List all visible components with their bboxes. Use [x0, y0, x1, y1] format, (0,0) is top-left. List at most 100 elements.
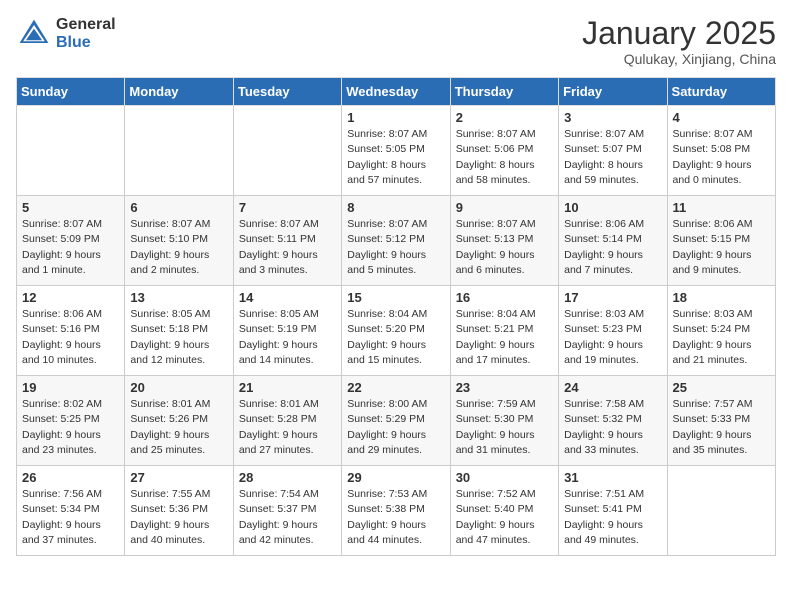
day-number: 8	[347, 200, 444, 215]
calendar-cell: 31Sunrise: 7:51 AM Sunset: 5:41 PM Dayli…	[559, 466, 667, 556]
day-number: 7	[239, 200, 336, 215]
logo: General Blue	[16, 16, 116, 52]
day-number: 13	[130, 290, 227, 305]
location: Qulukay, Xinjiang, China	[582, 51, 776, 67]
calendar-cell: 9 Sunrise: 8:07 AM Sunset: 5:13 PM Daylig…	[450, 196, 558, 286]
weekday-header-sunday: Sunday	[17, 78, 125, 106]
month-title: January 2025	[582, 16, 776, 51]
day-number: 22	[347, 380, 444, 395]
calendar-cell: 12 Sunrise: 8:06 AM Sunset: 5:16 PM Dayli…	[17, 286, 125, 376]
calendar-cell: 23Sunrise: 7:59 AM Sunset: 5:30 PM Dayli…	[450, 376, 558, 466]
day-info: Sunrise: 8:05 AM Sunset: 5:19 PM Dayligh…	[239, 307, 336, 368]
day-info: Sunrise: 8:06 AM Sunset: 5:14 PM Dayligh…	[564, 217, 661, 278]
calendar-cell: 16 Sunrise: 8:04 AM Sunset: 5:21 PM Dayli…	[450, 286, 558, 376]
calendar-cell: 10 Sunrise: 8:06 AM Sunset: 5:14 PM Dayli…	[559, 196, 667, 286]
calendar-cell: 18Sunrise: 8:03 AM Sunset: 5:24 PM Dayli…	[667, 286, 775, 376]
weekday-header-wednesday: Wednesday	[342, 78, 450, 106]
day-info: Sunrise: 8:07 AM Sunset: 5:09 PM Dayligh…	[22, 217, 119, 278]
day-info: Sunrise: 7:52 AM Sunset: 5:40 PM Dayligh…	[456, 487, 553, 548]
weekday-header-monday: Monday	[125, 78, 233, 106]
calendar-cell	[17, 106, 125, 196]
day-number: 16	[456, 290, 553, 305]
day-info: Sunrise: 8:02 AM Sunset: 5:25 PM Dayligh…	[22, 397, 119, 458]
calendar-cell: 20Sunrise: 8:01 AM Sunset: 5:26 PM Dayli…	[125, 376, 233, 466]
day-number: 4	[673, 110, 770, 125]
weekday-header-friday: Friday	[559, 78, 667, 106]
calendar-cell: 29 Sunrise: 7:53 AM Sunset: 5:38 PM Dayli…	[342, 466, 450, 556]
calendar-cell: 5 Sunrise: 8:07 AM Sunset: 5:09 PM Daylig…	[17, 196, 125, 286]
day-info: Sunrise: 8:00 AM Sunset: 5:29 PM Dayligh…	[347, 397, 444, 458]
logo-blue-text: Blue	[56, 34, 116, 52]
day-info: Sunrise: 7:59 AM Sunset: 5:30 PM Dayligh…	[456, 397, 553, 458]
day-number: 17	[564, 290, 661, 305]
day-info: Sunrise: 7:54 AM Sunset: 5:37 PM Dayligh…	[239, 487, 336, 548]
calendar-cell: 1 Sunrise: 8:07 AM Sunset: 5:05 PM Daylig…	[342, 106, 450, 196]
day-info: Sunrise: 8:07 AM Sunset: 5:06 PM Dayligh…	[456, 127, 553, 188]
day-number: 11	[673, 200, 770, 215]
day-number: 10	[564, 200, 661, 215]
calendar-cell: 30Sunrise: 7:52 AM Sunset: 5:40 PM Dayli…	[450, 466, 558, 556]
weekday-header-saturday: Saturday	[667, 78, 775, 106]
page-header: General Blue January 2025 Qulukay, Xinji…	[16, 16, 776, 67]
calendar-body: 1 Sunrise: 8:07 AM Sunset: 5:05 PM Daylig…	[17, 106, 776, 556]
day-info: Sunrise: 8:06 AM Sunset: 5:15 PM Dayligh…	[673, 217, 770, 278]
calendar-table: SundayMondayTuesdayWednesdayThursdayFrid…	[16, 77, 776, 556]
calendar-cell: 21Sunrise: 8:01 AM Sunset: 5:28 PM Dayli…	[233, 376, 341, 466]
calendar-cell: 8 Sunrise: 8:07 AM Sunset: 5:12 PM Daylig…	[342, 196, 450, 286]
calendar-cell	[125, 106, 233, 196]
logo-text: General Blue	[56, 16, 116, 51]
day-info: Sunrise: 8:07 AM Sunset: 5:13 PM Dayligh…	[456, 217, 553, 278]
calendar-cell: 19Sunrise: 8:02 AM Sunset: 5:25 PM Dayli…	[17, 376, 125, 466]
calendar-cell: 15 Sunrise: 8:04 AM Sunset: 5:20 PM Dayli…	[342, 286, 450, 376]
day-info: Sunrise: 7:57 AM Sunset: 5:33 PM Dayligh…	[673, 397, 770, 458]
day-number: 31	[564, 470, 661, 485]
day-number: 28	[239, 470, 336, 485]
day-info: Sunrise: 7:56 AM Sunset: 5:34 PM Dayligh…	[22, 487, 119, 548]
weekday-header-row: SundayMondayTuesdayWednesdayThursdayFrid…	[17, 78, 776, 106]
calendar-cell: 14 Sunrise: 8:05 AM Sunset: 5:19 PM Dayli…	[233, 286, 341, 376]
day-info: Sunrise: 7:58 AM Sunset: 5:32 PM Dayligh…	[564, 397, 661, 458]
day-number: 27	[130, 470, 227, 485]
calendar-week-row: 12 Sunrise: 8:06 AM Sunset: 5:16 PM Dayli…	[17, 286, 776, 376]
day-info: Sunrise: 8:07 AM Sunset: 5:12 PM Dayligh…	[347, 217, 444, 278]
calendar-cell: 3Sunrise: 8:07 AM Sunset: 5:07 PM Daylig…	[559, 106, 667, 196]
day-info: Sunrise: 8:03 AM Sunset: 5:23 PM Dayligh…	[564, 307, 661, 368]
calendar-week-row: 26 Sunrise: 7:56 AM Sunset: 5:34 PM Dayli…	[17, 466, 776, 556]
day-number: 5	[22, 200, 119, 215]
calendar-week-row: 1 Sunrise: 8:07 AM Sunset: 5:05 PM Daylig…	[17, 106, 776, 196]
day-number: 1	[347, 110, 444, 125]
day-info: Sunrise: 7:53 AM Sunset: 5:38 PM Dayligh…	[347, 487, 444, 548]
calendar-cell: 4Sunrise: 8:07 AM Sunset: 5:08 PM Daylig…	[667, 106, 775, 196]
weekday-header-tuesday: Tuesday	[233, 78, 341, 106]
day-number: 9	[456, 200, 553, 215]
calendar-cell: 2 Sunrise: 8:07 AM Sunset: 5:06 PM Daylig…	[450, 106, 558, 196]
day-info: Sunrise: 8:07 AM Sunset: 5:05 PM Dayligh…	[347, 127, 444, 188]
calendar-cell: 25 Sunrise: 7:57 AM Sunset: 5:33 PM Dayli…	[667, 376, 775, 466]
calendar-cell: 6Sunrise: 8:07 AM Sunset: 5:10 PM Daylig…	[125, 196, 233, 286]
day-info: Sunrise: 8:04 AM Sunset: 5:20 PM Dayligh…	[347, 307, 444, 368]
day-number: 25	[673, 380, 770, 395]
day-number: 29	[347, 470, 444, 485]
calendar-week-row: 19Sunrise: 8:02 AM Sunset: 5:25 PM Dayli…	[17, 376, 776, 466]
day-number: 18	[673, 290, 770, 305]
calendar-cell: 17 Sunrise: 8:03 AM Sunset: 5:23 PM Dayli…	[559, 286, 667, 376]
calendar-cell: 24 Sunrise: 7:58 AM Sunset: 5:32 PM Dayli…	[559, 376, 667, 466]
day-number: 14	[239, 290, 336, 305]
weekday-header-thursday: Thursday	[450, 78, 558, 106]
calendar-cell: 11 Sunrise: 8:06 AM Sunset: 5:15 PM Dayli…	[667, 196, 775, 286]
day-number: 24	[564, 380, 661, 395]
calendar-header: SundayMondayTuesdayWednesdayThursdayFrid…	[17, 78, 776, 106]
calendar-cell: 13 Sunrise: 8:05 AM Sunset: 5:18 PM Dayli…	[125, 286, 233, 376]
day-number: 12	[22, 290, 119, 305]
calendar-cell: 28 Sunrise: 7:54 AM Sunset: 5:37 PM Dayli…	[233, 466, 341, 556]
day-info: Sunrise: 8:05 AM Sunset: 5:18 PM Dayligh…	[130, 307, 227, 368]
day-info: Sunrise: 8:04 AM Sunset: 5:21 PM Dayligh…	[456, 307, 553, 368]
day-info: Sunrise: 8:07 AM Sunset: 5:10 PM Dayligh…	[130, 217, 227, 278]
calendar-cell	[667, 466, 775, 556]
day-info: Sunrise: 8:06 AM Sunset: 5:16 PM Dayligh…	[22, 307, 119, 368]
day-number: 15	[347, 290, 444, 305]
day-number: 2	[456, 110, 553, 125]
day-number: 26	[22, 470, 119, 485]
calendar-cell: 26 Sunrise: 7:56 AM Sunset: 5:34 PM Dayli…	[17, 466, 125, 556]
day-number: 3	[564, 110, 661, 125]
